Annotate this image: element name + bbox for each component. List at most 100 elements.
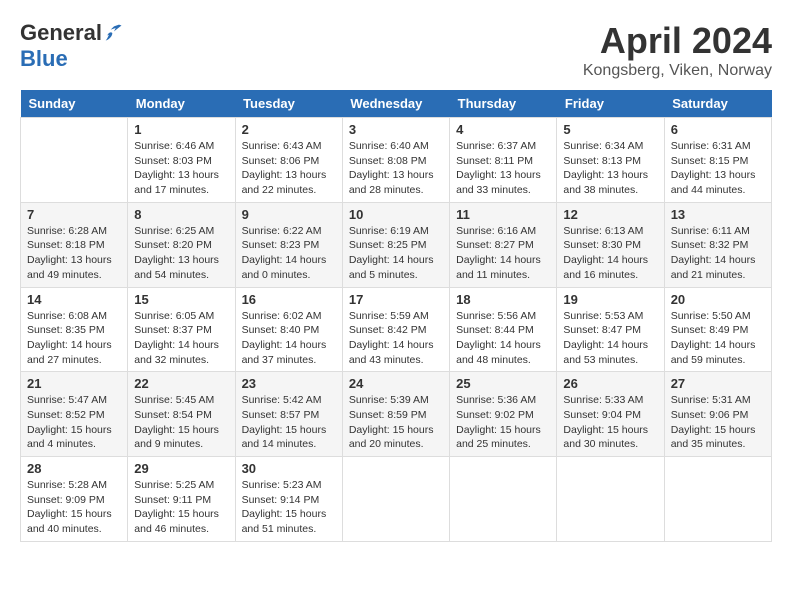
title-section: April 2024 Kongsberg, Viken, Norway: [583, 20, 772, 80]
day-info: Sunrise: 5:36 AM Sunset: 9:02 PM Dayligh…: [456, 393, 550, 452]
calendar-cell: 8 Sunrise: 6:25 AM Sunset: 8:20 PM Daylig…: [128, 202, 235, 287]
day-info: Sunrise: 6:46 AM Sunset: 8:03 PM Dayligh…: [134, 139, 228, 198]
day-number: 16: [242, 292, 336, 307]
calendar-cell: 27 Sunrise: 5:31 AM Sunset: 9:06 PM Dayli…: [664, 372, 771, 457]
day-info: Sunrise: 6:40 AM Sunset: 8:08 PM Dayligh…: [349, 139, 443, 198]
day-number: 20: [671, 292, 765, 307]
calendar-cell: 23Sunrise: 5:42 AM Sunset: 8:57 PM Dayli…: [235, 372, 342, 457]
location: Kongsberg, Viken, Norway: [583, 62, 772, 80]
day-number: 2: [242, 122, 336, 137]
calendar-cell: [664, 457, 771, 542]
day-number: 18: [456, 292, 550, 307]
day-info: Sunrise: 6:11 AM Sunset: 8:32 PM Dayligh…: [671, 224, 765, 283]
day-number: 6: [671, 122, 765, 137]
day-info: Sunrise: 5:50 AM Sunset: 8:49 PM Dayligh…: [671, 309, 765, 368]
day-info: Sunrise: 6:43 AM Sunset: 8:06 PM Dayligh…: [242, 139, 336, 198]
calendar-cell: 24Sunrise: 5:39 AM Sunset: 8:59 PM Dayli…: [342, 372, 449, 457]
day-info: Sunrise: 6:37 AM Sunset: 8:11 PM Dayligh…: [456, 139, 550, 198]
weekday-header-monday: Monday: [128, 90, 235, 118]
weekday-header-tuesday: Tuesday: [235, 90, 342, 118]
day-info: Sunrise: 6:31 AM Sunset: 8:15 PM Dayligh…: [671, 139, 765, 198]
day-info: Sunrise: 5:53 AM Sunset: 8:47 PM Dayligh…: [563, 309, 657, 368]
day-info: Sunrise: 6:28 AM Sunset: 8:18 PM Dayligh…: [27, 224, 121, 283]
calendar-week-row: 28Sunrise: 5:28 AM Sunset: 9:09 PM Dayli…: [21, 457, 772, 542]
day-number: 9: [242, 207, 336, 222]
calendar-cell: 6 Sunrise: 6:31 AM Sunset: 8:15 PM Daylig…: [664, 118, 771, 203]
calendar-cell: 20 Sunrise: 5:50 AM Sunset: 8:49 PM Dayli…: [664, 287, 771, 372]
calendar-cell: 11 Sunrise: 6:16 AM Sunset: 8:27 PM Dayli…: [450, 202, 557, 287]
day-number: 3: [349, 122, 443, 137]
calendar-cell: 30 Sunrise: 5:23 AM Sunset: 9:14 PM Dayli…: [235, 457, 342, 542]
day-number: 4: [456, 122, 550, 137]
day-info: Sunrise: 5:45 AM Sunset: 8:54 PM Dayligh…: [134, 393, 228, 452]
day-number: 29: [134, 461, 228, 476]
calendar-cell: 25 Sunrise: 5:36 AM Sunset: 9:02 PM Dayli…: [450, 372, 557, 457]
day-number: 21: [27, 376, 121, 391]
day-number: 5: [563, 122, 657, 137]
logo: General Blue: [20, 20, 124, 72]
calendar-cell: 3 Sunrise: 6:40 AM Sunset: 8:08 PM Daylig…: [342, 118, 449, 203]
calendar-cell: 7 Sunrise: 6:28 AM Sunset: 8:18 PM Daylig…: [21, 202, 128, 287]
weekday-header-wednesday: Wednesday: [342, 90, 449, 118]
calendar-cell: [450, 457, 557, 542]
day-number: 13: [671, 207, 765, 222]
day-number: 17: [349, 292, 443, 307]
calendar-cell: [557, 457, 664, 542]
day-info: Sunrise: 5:59 AM Sunset: 8:42 PM Dayligh…: [349, 309, 443, 368]
calendar-cell: 26 Sunrise: 5:33 AM Sunset: 9:04 PM Dayli…: [557, 372, 664, 457]
calendar-header-row: SundayMondayTuesdayWednesdayThursdayFrid…: [21, 90, 772, 118]
calendar-cell: 9 Sunrise: 6:22 AM Sunset: 8:23 PM Daylig…: [235, 202, 342, 287]
day-number: 8: [134, 207, 228, 222]
calendar-cell: 12 Sunrise: 6:13 AM Sunset: 8:30 PM Dayli…: [557, 202, 664, 287]
day-info: Sunrise: 6:08 AM Sunset: 8:35 PM Dayligh…: [27, 309, 121, 368]
day-number: 14: [27, 292, 121, 307]
calendar-cell: [21, 118, 128, 203]
day-number: 30: [242, 461, 336, 476]
calendar-cell: 16 Sunrise: 6:02 AM Sunset: 8:40 PM Dayli…: [235, 287, 342, 372]
logo-blue-text: Blue: [20, 46, 68, 72]
calendar-table: SundayMondayTuesdayWednesdayThursdayFrid…: [20, 90, 772, 542]
calendar-cell: 22Sunrise: 5:45 AM Sunset: 8:54 PM Dayli…: [128, 372, 235, 457]
calendar-cell: 21 Sunrise: 5:47 AM Sunset: 8:52 PM Dayli…: [21, 372, 128, 457]
day-info: Sunrise: 5:31 AM Sunset: 9:06 PM Dayligh…: [671, 393, 765, 452]
calendar-cell: 2 Sunrise: 6:43 AM Sunset: 8:06 PM Daylig…: [235, 118, 342, 203]
calendar-cell: 19Sunrise: 5:53 AM Sunset: 8:47 PM Dayli…: [557, 287, 664, 372]
day-info: Sunrise: 6:19 AM Sunset: 8:25 PM Dayligh…: [349, 224, 443, 283]
weekday-header-thursday: Thursday: [450, 90, 557, 118]
day-info: Sunrise: 6:25 AM Sunset: 8:20 PM Dayligh…: [134, 224, 228, 283]
day-info: Sunrise: 5:25 AM Sunset: 9:11 PM Dayligh…: [134, 478, 228, 537]
day-number: 26: [563, 376, 657, 391]
day-number: 12: [563, 207, 657, 222]
day-number: 27: [671, 376, 765, 391]
calendar-cell: 29 Sunrise: 5:25 AM Sunset: 9:11 PM Dayli…: [128, 457, 235, 542]
day-info: Sunrise: 5:47 AM Sunset: 8:52 PM Dayligh…: [27, 393, 121, 452]
calendar-cell: 18 Sunrise: 5:56 AM Sunset: 8:44 PM Dayli…: [450, 287, 557, 372]
day-number: 7: [27, 207, 121, 222]
day-info: Sunrise: 5:23 AM Sunset: 9:14 PM Dayligh…: [242, 478, 336, 537]
day-info: Sunrise: 5:39 AM Sunset: 8:59 PM Dayligh…: [349, 393, 443, 452]
logo-general-text: General: [20, 20, 102, 46]
day-number: 1: [134, 122, 228, 137]
weekday-header-saturday: Saturday: [664, 90, 771, 118]
day-info: Sunrise: 6:16 AM Sunset: 8:27 PM Dayligh…: [456, 224, 550, 283]
day-info: Sunrise: 6:22 AM Sunset: 8:23 PM Dayligh…: [242, 224, 336, 283]
month-title: April 2024: [583, 20, 772, 62]
calendar-cell: 1 Sunrise: 6:46 AM Sunset: 8:03 PM Daylig…: [128, 118, 235, 203]
calendar-week-row: 21 Sunrise: 5:47 AM Sunset: 8:52 PM Dayli…: [21, 372, 772, 457]
day-number: 11: [456, 207, 550, 222]
day-info: Sunrise: 6:13 AM Sunset: 8:30 PM Dayligh…: [563, 224, 657, 283]
weekday-header-sunday: Sunday: [21, 90, 128, 118]
page-header: General Blue April 2024 Kongsberg, Viken…: [20, 20, 772, 80]
calendar-week-row: 1 Sunrise: 6:46 AM Sunset: 8:03 PM Daylig…: [21, 118, 772, 203]
day-info: Sunrise: 6:05 AM Sunset: 8:37 PM Dayligh…: [134, 309, 228, 368]
calendar-cell: 15Sunrise: 6:05 AM Sunset: 8:37 PM Dayli…: [128, 287, 235, 372]
calendar-cell: [342, 457, 449, 542]
day-info: Sunrise: 5:56 AM Sunset: 8:44 PM Dayligh…: [456, 309, 550, 368]
day-info: Sunrise: 5:33 AM Sunset: 9:04 PM Dayligh…: [563, 393, 657, 452]
day-number: 25: [456, 376, 550, 391]
day-info: Sunrise: 6:02 AM Sunset: 8:40 PM Dayligh…: [242, 309, 336, 368]
calendar-cell: 13 Sunrise: 6:11 AM Sunset: 8:32 PM Dayli…: [664, 202, 771, 287]
day-number: 28: [27, 461, 121, 476]
day-info: Sunrise: 5:42 AM Sunset: 8:57 PM Dayligh…: [242, 393, 336, 452]
logo-bird-icon: [104, 23, 124, 43]
